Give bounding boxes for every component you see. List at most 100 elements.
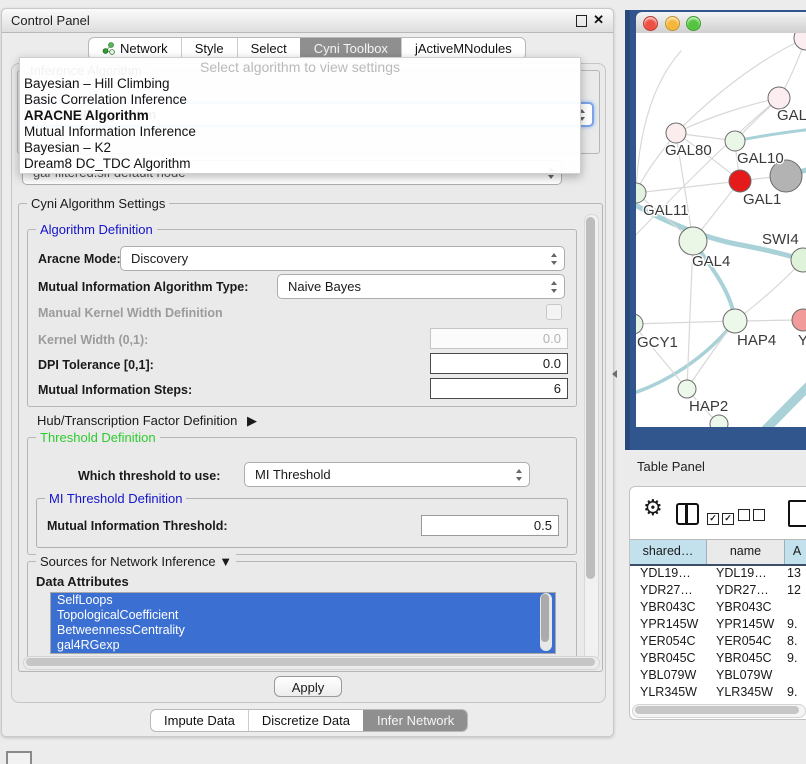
manual-kernel-checkbox[interactable] <box>546 304 562 320</box>
bottom-tabbar: Impute Data Discretize Data Infer Networ… <box>150 709 468 732</box>
network-node[interactable] <box>794 33 806 50</box>
tab-impute-data[interactable]: Impute Data <box>151 710 248 731</box>
table-hscrollbar[interactable] <box>632 704 806 718</box>
deselect-all-columns-icon[interactable] <box>738 508 768 526</box>
attribute-item[interactable]: TopologicalCoefficient <box>51 608 555 623</box>
tab-select[interactable]: Select <box>237 38 300 59</box>
node-label: GAL1 <box>743 191 781 208</box>
algorithm-option[interactable]: Dream8 DC_TDC Algorithm <box>20 156 580 172</box>
table-cell: 9. <box>785 684 806 701</box>
node-label: GAL80 <box>665 142 712 159</box>
stepper-icon <box>516 469 523 481</box>
select-all-columns-icon[interactable]: ✓✓ <box>707 508 737 526</box>
network-node[interactable] <box>792 309 806 331</box>
network-node[interactable] <box>666 123 686 143</box>
tab-infer-network[interactable]: Infer Network <box>363 710 467 731</box>
network-node[interactable] <box>723 309 747 333</box>
mac-minimize-button[interactable] <box>665 16 680 31</box>
tab-network[interactable]: Network <box>89 38 181 59</box>
network-node[interactable] <box>636 314 643 334</box>
table-row[interactable]: YBR045CYBR045C9. <box>630 650 806 667</box>
network-node[interactable] <box>791 248 806 272</box>
tab-network-label: Network <box>120 41 168 56</box>
dpi-tolerance-field[interactable]: 0.0 <box>430 353 568 374</box>
mi-threshold-field[interactable]: 0.5 <box>421 515 559 536</box>
kernel-width-label: Kernel Width (0,1): <box>38 333 148 347</box>
tab-cyni-toolbox[interactable]: Cyni Toolbox <box>300 38 401 59</box>
table-row[interactable]: YER054CYER054C8. <box>630 633 806 650</box>
close-icon[interactable]: ✕ <box>593 12 604 28</box>
network-node[interactable] <box>678 380 696 398</box>
tab-jactivemnodules[interactable]: jActiveMNodules <box>401 38 525 59</box>
network-window-titlebar[interactable] <box>636 12 806 34</box>
table-row[interactable]: YDR27…YDR27…12 <box>630 582 806 599</box>
mi-type-select[interactable]: Naive Bayes <box>277 274 565 299</box>
attribute-item[interactable]: gal4RGexp <box>51 638 555 653</box>
table-cell: YER054C <box>707 633 785 650</box>
minimized-panel-icon[interactable] <box>6 751 32 764</box>
network-edge <box>764 381 806 427</box>
table-row[interactable]: YBR043CYBR043C <box>630 599 806 616</box>
column-header[interactable]: A <box>785 540 806 564</box>
aracne-mode-select[interactable]: Discovery <box>120 246 565 271</box>
desktop-edge-shade <box>625 10 630 450</box>
algorithm-option[interactable]: Mutual Information Inference <box>20 124 580 140</box>
table-cell: 9. <box>785 616 806 633</box>
table-row[interactable]: YBL079WYBL079W <box>630 667 806 684</box>
attribute-item[interactable]: SelfLoops <box>51 593 555 608</box>
network-node[interactable] <box>725 131 745 151</box>
network-node[interactable] <box>768 87 790 109</box>
tab-style[interactable]: Style <box>181 38 237 59</box>
table-cell: YER054C <box>630 633 707 650</box>
expand-right-icon: ▶ <box>247 413 257 428</box>
network-canvas[interactable]: GALGAL80GAL10GAL1GAL11SWI4GAL4GCY1HAP4YH… <box>636 33 806 427</box>
data-attributes-list[interactable]: SelfLoopsTopologicalCoefficientBetweenne… <box>50 592 556 654</box>
splitter-arrow-icon[interactable] <box>612 370 617 378</box>
mac-close-button[interactable] <box>643 16 658 31</box>
settings-hscrollbar-thumb[interactable] <box>26 658 595 666</box>
table-row[interactable]: YPR145WYPR145W9. <box>630 616 806 633</box>
network-node[interactable] <box>679 227 707 255</box>
algorithm-option[interactable]: Bayesian – Hill Climbing <box>20 76 580 92</box>
settings-scrollbar-thumb[interactable] <box>586 217 595 579</box>
kernel-width-field[interactable]: 0.0 <box>430 328 568 349</box>
mi-threshold-title: MI Threshold Definition <box>45 491 186 506</box>
table-cell: YBR045C <box>630 650 707 667</box>
mi-steps-field[interactable]: 6 <box>430 378 568 399</box>
tab-discretize-data[interactable]: Discretize Data <box>248 710 363 731</box>
gear-icon[interactable]: ⚙ <box>643 495 663 521</box>
algorithm-option[interactable]: Basic Correlation Inference <box>20 92 580 108</box>
algorithm-dropdown-list: Bayesian – Hill ClimbingBasic Correlatio… <box>20 76 580 172</box>
apply-button[interactable]: Apply <box>274 676 342 697</box>
cyni-settings-title: Cyni Algorithm Settings <box>27 196 169 211</box>
network-node[interactable] <box>729 170 751 192</box>
table-cell: YPR145W <box>707 616 785 633</box>
float-window-icon[interactable] <box>576 15 587 27</box>
algorithm-option[interactable]: ARACNE Algorithm <box>20 108 580 124</box>
algorithm-option[interactable]: Bayesian – K2 <box>20 140 580 156</box>
table-row[interactable]: YLR345WYLR345W9. <box>630 684 806 701</box>
node-label: HAP4 <box>737 332 776 349</box>
split-columns-icon[interactable] <box>676 503 699 525</box>
node-label: Y <box>798 332 806 349</box>
settings-scrollbar[interactable] <box>584 214 599 661</box>
table-hscrollbar-thumb[interactable] <box>635 706 799 714</box>
which-threshold-select[interactable]: MI Threshold <box>244 462 530 487</box>
attribute-item[interactable]: BetweennessCentrality <box>51 623 555 638</box>
node-label: GCY1 <box>637 334 678 351</box>
settings-hscrollbar[interactable] <box>23 656 600 670</box>
which-threshold-label: Which threshold to use: <box>78 469 220 483</box>
network-graph[interactable]: GALGAL80GAL10GAL1GAL11SWI4GAL4GCY1HAP4YH… <box>636 33 806 427</box>
sources-title[interactable]: Sources for Network Inference ▼ <box>36 554 236 569</box>
table-panel: ⚙ ✓✓ shared…nameA YDL19…YDL19…13YDR27…YD… <box>629 486 806 720</box>
attributes-scrollbar-thumb[interactable] <box>541 594 549 642</box>
table-row[interactable]: YDL19…YDL19…13 <box>630 565 806 582</box>
dropdown-placeholder: Select algorithm to view settings <box>20 58 580 76</box>
mac-zoom-button[interactable] <box>686 16 701 31</box>
attributes-scrollbar[interactable] <box>540 593 552 651</box>
column-header[interactable]: name <box>707 540 785 564</box>
function-builder-icon[interactable] <box>788 500 806 527</box>
network-edge <box>676 98 779 133</box>
hub-definition-expander[interactable]: Hub/Transcription Factor Definition ▶ <box>37 413 257 429</box>
column-header[interactable]: shared… <box>630 540 707 564</box>
